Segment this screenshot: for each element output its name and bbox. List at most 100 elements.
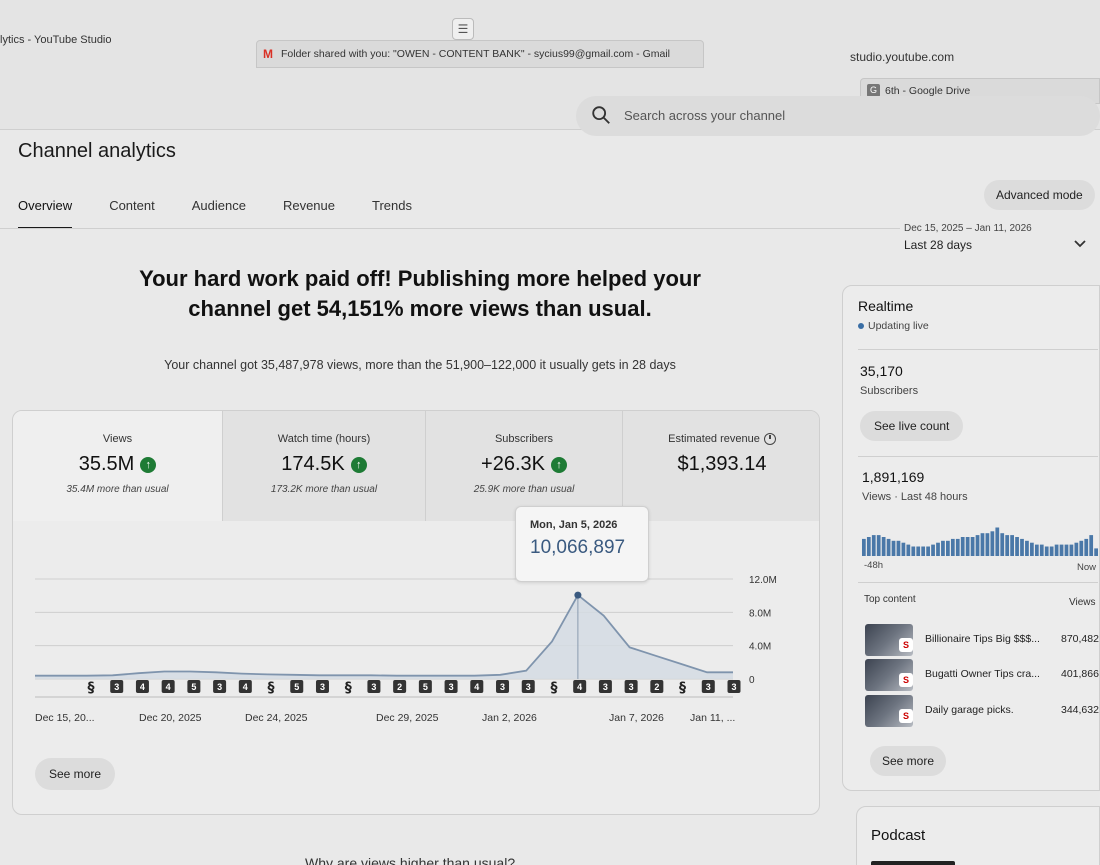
insight-headline: Your hard work paid off! Publishing more… bbox=[60, 264, 780, 324]
top-content-label: Top content bbox=[864, 594, 916, 605]
hourly-bar bbox=[1074, 542, 1079, 556]
shorts-icon: S bbox=[899, 709, 913, 723]
shorts-icon: S bbox=[899, 638, 913, 652]
date-range[interactable]: Dec 15, 2025 – Jan 11, 2026 bbox=[904, 223, 1032, 234]
browser-tab-gmail[interactable]: M Folder shared with you: "OWEN - CONTEN… bbox=[256, 40, 704, 68]
realtime-hourly-chart[interactable] bbox=[862, 518, 1098, 556]
hourly-bar bbox=[862, 538, 866, 556]
hourly-bar bbox=[946, 540, 950, 556]
video-title: Billionaire Tips Big $$$... bbox=[925, 633, 1040, 645]
tab-overview[interactable]: Overview bbox=[18, 198, 73, 229]
date-range-selector[interactable]: Last 28 days bbox=[904, 238, 972, 252]
realtime-subscribers-value: 35,170 bbox=[860, 363, 903, 379]
hourly-bar bbox=[975, 535, 980, 556]
page-title: Channel analytics bbox=[18, 140, 176, 162]
video-thumbnail: S bbox=[865, 624, 913, 656]
x-tick-label: Dec 20, 2025 bbox=[139, 712, 202, 724]
hourly-bar bbox=[941, 540, 945, 556]
shorts-upload-icon: § bbox=[268, 680, 275, 696]
metric-value: 35.5M ↑ bbox=[13, 453, 222, 476]
hourly-bar bbox=[1049, 546, 1054, 556]
hourly-bar bbox=[1034, 544, 1039, 556]
upload-count: 5 bbox=[423, 682, 428, 692]
metric-estimated-revenue[interactable]: Estimated revenue $1,393.14 bbox=[623, 411, 819, 521]
tab-trends[interactable]: Trends bbox=[372, 198, 412, 229]
podcast-title: Podcast bbox=[871, 827, 926, 844]
upload-count: 3 bbox=[371, 682, 376, 692]
hourly-bar bbox=[990, 531, 995, 556]
upload-count: 2 bbox=[397, 682, 402, 692]
top-content-item[interactable]: S Billionaire Tips Big $$$... 870,482 bbox=[865, 624, 1100, 656]
upload-count: 3 bbox=[449, 682, 454, 692]
metric-value: 174.5K ↑ bbox=[223, 453, 425, 476]
hourly-bar bbox=[881, 537, 886, 556]
arrow-up-icon: ↑ bbox=[350, 456, 367, 473]
realtime-see-more-button[interactable]: See more bbox=[870, 746, 947, 776]
tab-revenue[interactable]: Revenue bbox=[283, 198, 335, 229]
hourly-bar bbox=[980, 533, 985, 556]
upload-count: 4 bbox=[474, 682, 479, 692]
gmail-icon: M bbox=[263, 47, 273, 61]
metric-views[interactable]: Views 35.5M ↑ 35.4M more than usual bbox=[13, 411, 223, 521]
upload-count: 4 bbox=[243, 682, 248, 692]
chevron-down-icon[interactable] bbox=[1072, 236, 1088, 252]
hourly-bar bbox=[1000, 533, 1005, 556]
see-more-button[interactable]: See more bbox=[35, 758, 116, 790]
realtime-subscribers-label: Subscribers bbox=[860, 385, 919, 397]
x-tick-label: Dec 15, 20... bbox=[35, 712, 95, 724]
hourly-bar bbox=[916, 546, 921, 556]
realtime-panel: Realtime Updating live 35,170 Subscriber… bbox=[842, 285, 1100, 791]
views-chart[interactable]: 12.0M 8.0M 4.0M 0 § 3 4 4 5 3 4 § 5 3 § 3 2 5 3 4 3 3 § 4 3 3 2 § 3 3… bbox=[13, 561, 820, 731]
podcast-card: Podcast bbox=[856, 806, 1100, 865]
hourly-bar bbox=[1054, 544, 1059, 556]
upload-count: 3 bbox=[731, 682, 736, 692]
x-tick-label: Jan 2, 2026 bbox=[482, 712, 537, 724]
hourly-bar bbox=[1044, 546, 1049, 556]
video-title: Bugatti Owner Tips cra... bbox=[925, 668, 1040, 680]
x-tick-label: Dec 24, 2025 bbox=[245, 712, 308, 724]
shorts-upload-icon: § bbox=[550, 680, 557, 696]
upload-count: 4 bbox=[140, 682, 145, 692]
hourly-bar bbox=[955, 538, 960, 556]
tab-audience[interactable]: Audience bbox=[192, 198, 246, 229]
upload-count: 3 bbox=[603, 682, 608, 692]
x-tick-label: Jan 11, ... bbox=[690, 712, 735, 724]
upload-count: 3 bbox=[114, 682, 119, 692]
metric-label: Subscribers bbox=[494, 433, 554, 445]
metric-label: Watch time (hours) bbox=[277, 433, 371, 445]
hourly-bar bbox=[965, 537, 970, 556]
headline-line-1: Your hard work paid off! Publishing more… bbox=[139, 266, 701, 291]
hourly-bar bbox=[950, 538, 955, 556]
x-tick-label: Dec 29, 2025 bbox=[376, 712, 439, 724]
tab-content[interactable]: Content bbox=[109, 198, 155, 229]
hourly-bar bbox=[1094, 548, 1098, 556]
top-content-item[interactable]: S Bugatti Owner Tips cra... 401,866 bbox=[865, 659, 1100, 691]
metric-label: Estimated revenue bbox=[623, 433, 819, 446]
search-input[interactable]: Search across your channel bbox=[576, 96, 1100, 136]
hourly-bar bbox=[1079, 540, 1084, 556]
arrow-up-icon: ↑ bbox=[550, 456, 567, 473]
podcast-thumbnail bbox=[871, 861, 955, 865]
address-bar-url[interactable]: studio.youtube.com bbox=[850, 50, 954, 64]
y-tick-label: 0 bbox=[749, 675, 755, 686]
divider bbox=[858, 349, 1098, 350]
upload-count: 4 bbox=[166, 682, 171, 692]
metric-label: Views bbox=[102, 433, 133, 445]
advanced-mode-button[interactable]: Advanced mode bbox=[984, 180, 1095, 210]
views-area bbox=[35, 595, 733, 679]
see-live-count-button[interactable]: See live count bbox=[860, 411, 964, 441]
x-tick-label: Jan 7, 2026 bbox=[609, 712, 664, 724]
shorts-upload-icon: § bbox=[679, 680, 686, 696]
metric-watch-time[interactable]: Watch time (hours) 174.5K ↑ 173.2K more t… bbox=[223, 411, 426, 521]
upload-count: 3 bbox=[320, 682, 325, 692]
realtime-title: Realtime bbox=[858, 298, 914, 314]
insight-question: Why are views higher than usual? bbox=[305, 855, 516, 865]
top-content-views-label: Views bbox=[1069, 597, 1096, 608]
video-thumbnail: S bbox=[865, 695, 913, 727]
browser-tab-youtube-studio[interactable]: lytics - YouTube Studio bbox=[0, 34, 112, 46]
page-icon[interactable]: ☰ bbox=[452, 18, 474, 40]
top-content-item[interactable]: S Daily garage picks. 344,632 bbox=[865, 695, 1100, 727]
hourly-bar bbox=[1064, 544, 1069, 556]
hourly-bar bbox=[866, 537, 871, 556]
metric-subscribers[interactable]: Subscribers +26.3K ↑ 25.9K more than usua… bbox=[426, 411, 623, 521]
